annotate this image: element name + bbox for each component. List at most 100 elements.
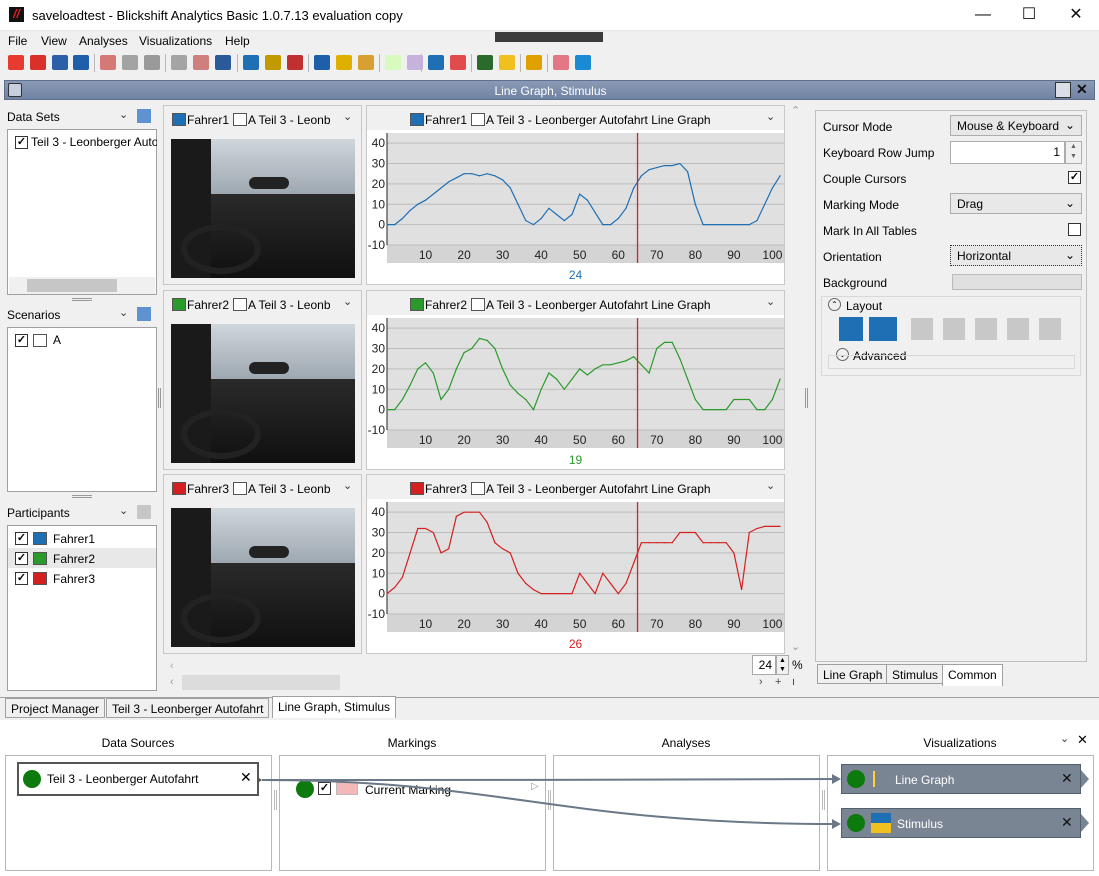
grid-settings-icon[interactable]: [137, 109, 151, 123]
splitter-grip[interactable]: [72, 495, 92, 498]
data-point: [517, 572, 519, 574]
collapse-layout-icon[interactable]: ⌃: [828, 298, 841, 311]
scatter-icon[interactable]: [314, 55, 330, 70]
tab-stimulus[interactable]: Stimulus: [886, 664, 945, 684]
chevron-down-icon[interactable]: ⌄: [119, 108, 128, 121]
chevron-down-icon[interactable]: ⌄: [343, 110, 352, 123]
chevron-down-icon[interactable]: ⌄: [343, 479, 352, 492]
table-icon[interactable]: [428, 55, 444, 70]
funnel-icon[interactable]: [243, 55, 259, 70]
compare-icon[interactable]: [144, 55, 160, 70]
tab-line-graph-stimulus[interactable]: Line Graph, Stimulus: [272, 696, 397, 718]
couple-cursors-checkbox[interactable]: ✓: [1068, 171, 1081, 184]
network-icon[interactable]: [553, 55, 569, 70]
participant-row[interactable]: ✓ Fahrer2: [8, 548, 156, 568]
chevron-down-icon[interactable]: ⌄: [766, 479, 775, 492]
layout-p-icon[interactable]: [975, 318, 997, 340]
menu-help[interactable]: Help: [225, 34, 250, 48]
step-end-icon[interactable]: [287, 55, 303, 70]
line-graph-plot[interactable]: -10 0 10 20 30 40 10 20 30 40 50 60 70 80 90 100: [367, 499, 784, 653]
participant-checkbox[interactable]: ✓: [15, 552, 28, 565]
maximize-button[interactable]: ☐: [1006, 0, 1052, 31]
chevron-down-icon[interactable]: ⌄: [766, 110, 775, 123]
chevron-down-icon[interactable]: ⌄: [766, 295, 775, 308]
timeline-icon[interactable]: [358, 55, 374, 70]
zoom-stepper[interactable]: ▲ ▼: [776, 655, 789, 675]
row-jump-input[interactable]: 1: [950, 141, 1065, 164]
orientation-select[interactable]: Horizontal ⌄: [950, 245, 1082, 266]
participant-row[interactable]: ✓ Fahrer1: [8, 528, 156, 548]
layout-columns-icon[interactable]: [869, 317, 897, 341]
step-forward-icon[interactable]: [265, 55, 281, 70]
row-jump-stepper[interactable]: ▲ ▼: [1065, 141, 1082, 164]
zoom-prev-icon[interactable]: ›: [759, 676, 763, 688]
tab-project-manager[interactable]: Project Manager: [5, 698, 106, 718]
marking-mode-select[interactable]: Drag ⌄: [950, 193, 1082, 214]
chevron-down-icon[interactable]: ⌄: [119, 504, 128, 517]
panel-options-icon[interactable]: [1055, 82, 1071, 98]
table-stats-icon[interactable]: [215, 55, 231, 70]
scroll-left-icon[interactable]: ‹: [170, 660, 174, 672]
filter-icon[interactable]: [100, 55, 116, 70]
scroll-up-icon[interactable]: ⌃: [791, 104, 800, 117]
vertical-splitter-grip[interactable]: [158, 388, 161, 408]
save-icon[interactable]: [73, 55, 89, 70]
bar-chart-icon[interactable]: [336, 55, 352, 70]
zoom-input[interactable]: 24: [752, 655, 776, 675]
participant-row[interactable]: ✓ Fahrer3: [8, 568, 156, 588]
chevron-down-icon[interactable]: ⌄: [343, 295, 352, 308]
minimize-button[interactable]: —: [960, 0, 1006, 31]
scroll-thumb[interactable]: [27, 279, 117, 292]
new-project-icon[interactable]: [8, 55, 24, 70]
layout-vertical-bars-icon[interactable]: [1007, 318, 1029, 340]
stimulus-video[interactable]: [171, 508, 355, 647]
cursor-mode-select[interactable]: Mouse & Keyboard ⌄: [950, 115, 1082, 136]
stimulus-icon[interactable]: [499, 55, 515, 70]
grid-settings-icon[interactable]: [137, 505, 151, 519]
scroll-down-icon[interactable]: ⌄: [791, 640, 800, 653]
stimulus-video[interactable]: [171, 139, 355, 278]
participant-checkbox[interactable]: ✓: [15, 532, 28, 545]
document-close-icon[interactable]: ✕: [1076, 81, 1088, 98]
scenario-checkbox[interactable]: ✓: [15, 334, 28, 347]
histogram-icon[interactable]: [526, 55, 542, 70]
toolbar-grip[interactable]: [495, 32, 603, 42]
horizontal-scrollbar[interactable]: [9, 277, 155, 294]
tab-line-graph[interactable]: Line Graph: [817, 664, 889, 684]
open-project-icon[interactable]: [30, 55, 46, 70]
menu-view[interactable]: View: [41, 34, 67, 48]
eye-icon[interactable]: [575, 55, 591, 70]
scroll-left-icon[interactable]: ‹: [170, 676, 174, 688]
film-icon[interactable]: [477, 55, 493, 70]
layout-small-multiples-icon[interactable]: [911, 318, 933, 340]
line-graph-plot[interactable]: -10 0 10 20 30 40 10 20 30 40 50 60 70 80 90 100: [367, 130, 784, 284]
splitter-grip[interactable]: [72, 298, 92, 301]
layout-s-icon[interactable]: [943, 318, 965, 340]
menu-visualizations[interactable]: Visualizations: [139, 34, 212, 48]
background-color-picker[interactable]: [952, 274, 1082, 290]
menu-file[interactable]: File: [8, 34, 27, 48]
zoom-next-icon[interactable]: ı: [792, 676, 795, 688]
layout-diagonal-icon[interactable]: [839, 317, 863, 341]
line-graph-plot[interactable]: -10 0 10 20 30 40 10 20 30 40 50 60 70 80 90 100: [367, 315, 784, 469]
horizontal-scroll-thumb[interactable]: [182, 675, 340, 690]
tab-dataset[interactable]: Teil 3 - Leonberger Autofahrt: [106, 698, 270, 718]
zoom-in-button[interactable]: +: [775, 676, 781, 688]
grid-settings-icon[interactable]: [137, 307, 151, 321]
stimulus-video[interactable]: [171, 324, 355, 463]
dataset-checkbox[interactable]: ✓: [15, 136, 28, 149]
menu-analyses[interactable]: Analyses: [79, 34, 128, 48]
matrix-icon[interactable]: [450, 55, 466, 70]
vertical-splitter-grip[interactable]: [805, 388, 808, 408]
sum-icon[interactable]: [171, 55, 187, 70]
mark-all-checkbox[interactable]: [1068, 223, 1081, 236]
sequence-icon[interactable]: [385, 55, 401, 70]
statistics-icon[interactable]: [193, 55, 209, 70]
close-window-button[interactable]: ✕: [1053, 0, 1099, 31]
chevron-down-icon[interactable]: ⌄: [119, 306, 128, 319]
import-icon[interactable]: [52, 55, 68, 70]
layout-horizontal-bars-icon[interactable]: [1039, 318, 1061, 340]
query-icon[interactable]: [122, 55, 138, 70]
participant-checkbox[interactable]: ✓: [15, 572, 28, 585]
tab-common[interactable]: Common: [942, 664, 1003, 686]
